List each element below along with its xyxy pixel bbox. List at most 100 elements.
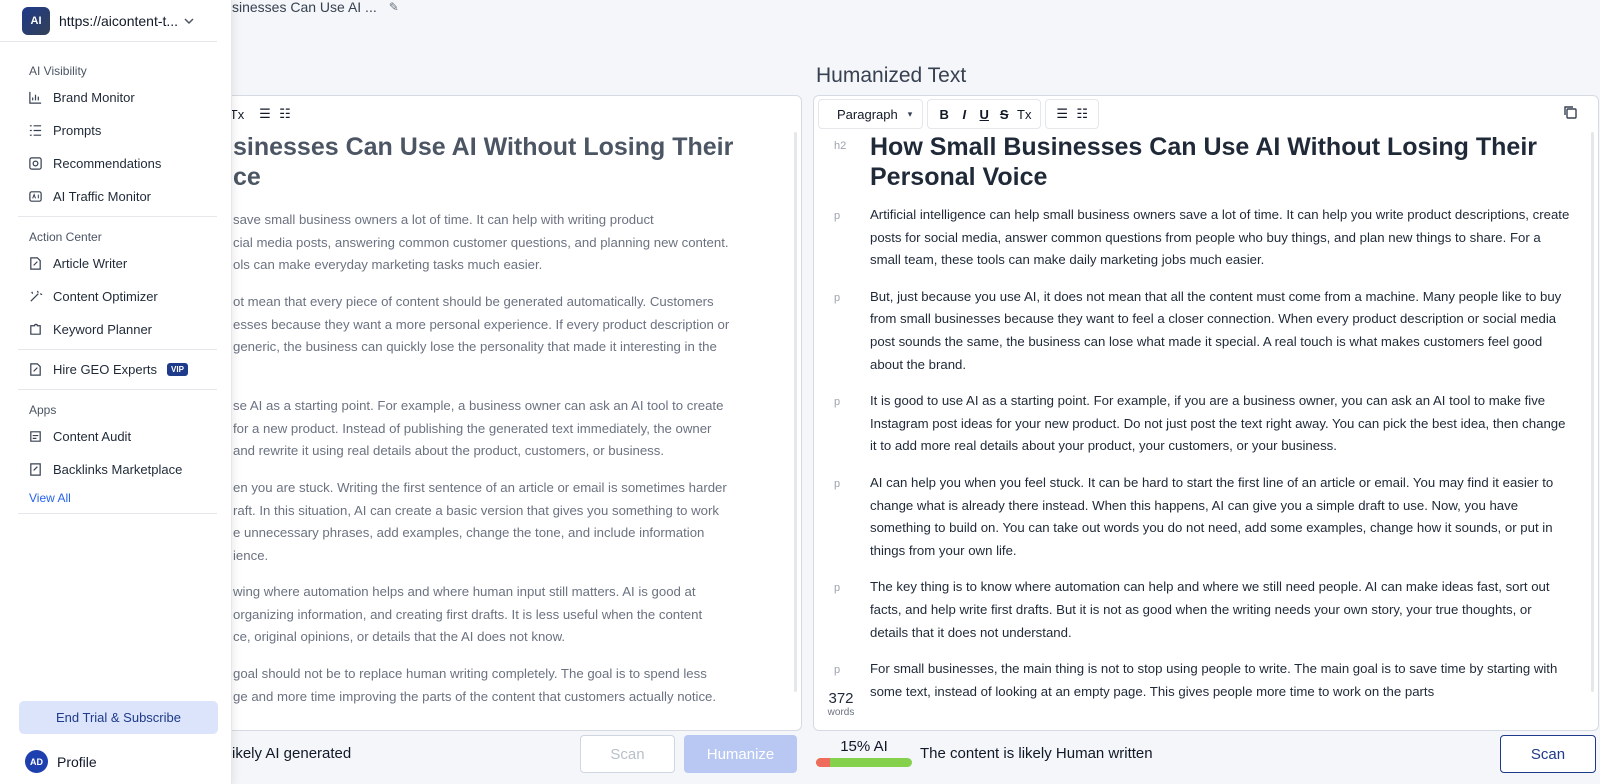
divider <box>18 389 217 390</box>
nav-keyword-planner[interactable]: Keyword Planner <box>0 313 231 346</box>
humanized-paragraph-text: For small businesses, the main thing is … <box>870 661 1558 699</box>
scrollbar[interactable] <box>1591 132 1594 692</box>
nav-label: Prompts <box>53 123 102 138</box>
copy-icon[interactable] <box>1562 104 1578 120</box>
humanized-paragraph: p But, just because you use AI, it does … <box>814 286 1598 376</box>
nav-prompts[interactable]: Prompts <box>0 114 231 147</box>
block-tag: p <box>834 582 841 595</box>
original-paragraph-text: goal should not be to replace human writ… <box>233 666 717 704</box>
clear-format-icon[interactable]: Tx <box>1014 104 1034 124</box>
humanized-paragraph-text: It is good to use AI as a starting point… <box>870 393 1566 454</box>
humanized-paragraph: p AI can help you when you feel stuck. I… <box>814 472 1598 562</box>
original-heading-text: sinesses Can Use AI Without Losing Their… <box>233 133 734 191</box>
divider <box>18 216 217 217</box>
original-paragraph-text: save small business owners a lot of time… <box>233 212 729 273</box>
profile-label: Profile <box>57 753 97 770</box>
word-count-value: 372 <box>828 690 854 707</box>
humanized-paragraph: p The key thing is to know where automat… <box>814 576 1598 644</box>
original-paragraph-text: en you are stuck. Writing the first sent… <box>233 480 727 563</box>
ai-score: 15% AI <box>816 738 912 767</box>
scan-humanized-button[interactable]: Scan <box>1500 735 1596 773</box>
bold-icon[interactable]: B <box>934 104 954 124</box>
magic-wand-icon <box>30 290 43 302</box>
divider <box>18 349 217 350</box>
italic-icon[interactable]: I <box>954 104 974 124</box>
original-paragraph: save small business owners a lot of time… <box>233 209 793 277</box>
original-paragraph: wing where automation helps and where hu… <box>233 581 793 649</box>
original-paragraph: se AI as a starting point. For example, … <box>233 395 793 463</box>
nav-recommendations[interactable]: Recommendations <box>0 147 231 180</box>
original-toolbar: Tx ☰ ☷ <box>151 96 801 132</box>
original-paragraph-text: ot mean that every piece of content shou… <box>233 294 730 355</box>
profile-menu[interactable]: AD Profile <box>25 750 97 773</box>
block-tag: p <box>834 664 841 677</box>
group-title-ai-visibility: AI Visibility <box>29 64 87 78</box>
pencil-icon[interactable]: ✎ <box>389 0 399 14</box>
puzzle-icon <box>30 323 41 335</box>
paragraph-select[interactable]: Paragraph ▾ <box>818 99 924 129</box>
humanized-detection-status: The content is likely Human written <box>920 745 1153 762</box>
format-buttons: B I U S Tx <box>927 99 1042 129</box>
edit-doc-icon <box>30 363 41 376</box>
humanized-paragraph-text: The key thing is to know where automatio… <box>870 579 1550 640</box>
nav-article-writer[interactable]: Article Writer <box>0 247 231 280</box>
sidebar: AI https://aicontent-t... AI Visibility … <box>0 0 232 784</box>
original-paragraph-text: se AI as a starting point. For example, … <box>233 398 724 459</box>
ai-score-label: 15% AI <box>840 738 888 755</box>
ai-score-bar <box>816 758 912 767</box>
nav-hire-geo-experts[interactable]: Hire GEO Experts VIP <box>0 353 231 386</box>
nav-label: Content Audit <box>53 429 132 444</box>
edit-doc-icon <box>30 257 41 270</box>
document-title-text: sinesses Can Use AI ... <box>232 0 377 15</box>
word-count: 372 words <box>814 691 868 718</box>
nav-backlinks-marketplace[interactable]: Backlinks Marketplace <box>0 453 231 486</box>
bar-chart-icon <box>29 91 42 104</box>
group-title-action-center: Action Center <box>29 230 102 244</box>
end-trial-subscribe-button[interactable]: End Trial & Subscribe <box>19 701 218 734</box>
strikethrough-icon[interactable]: S <box>994 104 1014 124</box>
block-tag: p <box>834 291 841 304</box>
humanized-paragraph: p Artificial intelligence can help small… <box>814 204 1598 272</box>
numbered-list-icon[interactable]: ☷ <box>1072 104 1092 124</box>
bullet-list-icon[interactable]: ☰ <box>255 104 275 124</box>
underline-icon[interactable]: U <box>974 104 994 124</box>
site-url: https://aicontent-t... <box>59 12 179 29</box>
original-text-panel: Tx ☰ ☷ sinesses Can Use AI Without Losin… <box>150 95 802 731</box>
audit-icon <box>30 431 41 442</box>
nav-content-audit[interactable]: Content Audit <box>0 420 231 453</box>
vip-badge: VIP <box>167 363 188 376</box>
humanized-paragraph: p For small businesses, the main thing i… <box>814 658 1598 703</box>
humanized-heading: h2 How Small Businesses Can Use AI Witho… <box>814 132 1598 192</box>
humanized-editor[interactable]: h2 How Small Businesses Can Use AI Witho… <box>814 132 1598 730</box>
humanized-paragraph: p It is good to use AI as a starting poi… <box>814 390 1598 458</box>
site-switcher[interactable]: AI https://aicontent-t... <box>0 0 217 42</box>
ai-score-fill <box>816 758 831 767</box>
nav-content-optimizer[interactable]: Content Optimizer <box>0 280 231 313</box>
humanized-text-title: Humanized Text <box>816 64 967 87</box>
humanized-paragraph-text: But, just because you use AI, it does no… <box>870 288 1562 372</box>
scan-original-button[interactable]: Scan <box>580 735 675 773</box>
scrollbar[interactable] <box>794 132 797 692</box>
target-icon <box>29 157 42 170</box>
humanized-heading-text: How Small Businesses Can Use AI Without … <box>870 133 1538 191</box>
nav-ai-traffic-monitor[interactable]: AI Traffic Monitor <box>0 180 231 213</box>
original-editor[interactable]: sinesses Can Use AI Without Losing Their… <box>151 132 801 730</box>
humanized-paragraph-text: AI can help you when you feel stuck. It … <box>870 474 1554 558</box>
bullet-list-icon[interactable]: ☰ <box>1052 104 1072 124</box>
nav-brand-monitor[interactable]: Brand Monitor <box>0 81 231 114</box>
nav-label: Recommendations <box>53 156 162 171</box>
avatar: AD <box>25 750 48 773</box>
list-buttons: ☰ ☷ <box>1045 99 1100 129</box>
link-doc-icon <box>30 463 41 476</box>
chevron-down-icon: ▾ <box>907 108 913 119</box>
original-heading: sinesses Can Use AI Without Losing Their… <box>233 132 793 192</box>
group-title-apps: Apps <box>29 403 57 417</box>
humanize-button[interactable]: Humanize <box>684 735 797 773</box>
nav-label: Article Writer <box>53 256 128 271</box>
view-all-link[interactable]: View All <box>0 486 231 510</box>
paragraph-select-value: Paragraph <box>837 106 898 122</box>
block-tag: p <box>834 396 841 409</box>
chevron-down-icon[interactable] <box>181 13 197 29</box>
block-tag: p <box>834 210 841 222</box>
numbered-list-icon[interactable]: ☷ <box>275 104 295 124</box>
